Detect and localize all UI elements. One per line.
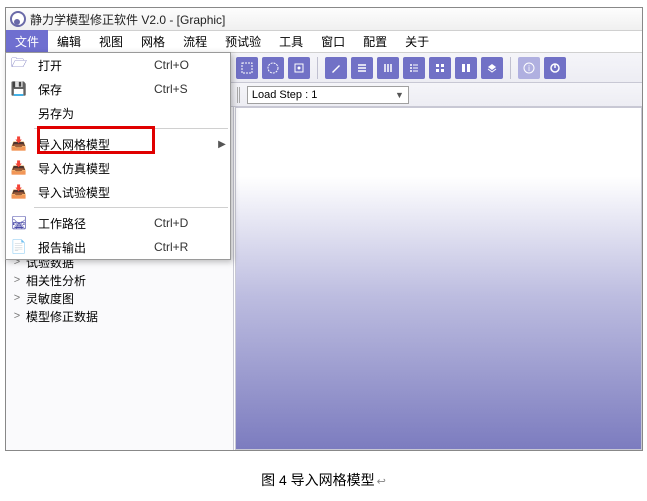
power-icon[interactable] [544, 57, 566, 79]
menu-item-import-test[interactable]: 📥 导入试验模型 [6, 180, 230, 204]
viewport-3d[interactable] [235, 107, 642, 450]
return-mark-icon: ↩ [377, 476, 386, 488]
menu-flow[interactable]: 流程 [174, 30, 216, 53]
import-icon: 📥 [6, 160, 32, 176]
expand-icon[interactable]: > [12, 310, 22, 322]
select-rect-icon[interactable] [236, 57, 258, 79]
bars-h-icon[interactable] [351, 57, 373, 79]
chevron-down-icon: ▼ [395, 90, 404, 100]
folder-open-icon: 🗁 [6, 54, 32, 76]
fullscreen-icon[interactable] [288, 57, 310, 79]
menu-item-workpath[interactable]: 🛤 工作路径 Ctrl+D [6, 211, 230, 235]
menu-config[interactable]: 配置 [354, 30, 396, 53]
svg-text:i: i [528, 64, 530, 73]
menu-item-saveas[interactable]: 另存为 [6, 101, 230, 125]
menubar: 文件 编辑 视图 网格 流程 预试验 工具 窗口 配置 关于 [6, 31, 642, 53]
layers-icon[interactable] [481, 57, 503, 79]
menu-edit[interactable]: 编辑 [48, 30, 90, 53]
path-icon: 🛤 [6, 215, 32, 231]
menu-file[interactable]: 文件 [6, 30, 48, 53]
tree-item[interactable]: > 模型修正数据 [6, 307, 233, 325]
grid2-icon[interactable] [455, 57, 477, 79]
bars-v-icon[interactable] [377, 57, 399, 79]
menu-separator [34, 128, 228, 129]
tree-item[interactable]: > 相关性分析 [6, 271, 233, 289]
menu-item-report[interactable]: 📄 报告输出 Ctrl+R [6, 235, 230, 259]
app-icon [10, 11, 26, 27]
import-icon: 📥 [6, 184, 32, 200]
menu-item-import-mesh[interactable]: 📥 导入网格模型 ▶ [6, 132, 230, 156]
tree-label: 模型修正数据 [26, 308, 98, 325]
menu-separator [34, 207, 228, 208]
menu-pretest[interactable]: 预试验 [216, 30, 270, 53]
expand-icon[interactable]: > [12, 274, 22, 286]
menu-about[interactable]: 关于 [396, 30, 438, 53]
info-icon[interactable]: i [518, 57, 540, 79]
report-icon: 📄 [6, 239, 32, 255]
subbar-grip [237, 87, 241, 103]
tree-item[interactable]: > 灵敏度图 [6, 289, 233, 307]
menu-window[interactable]: 窗口 [312, 30, 354, 53]
toolbar-separator [317, 57, 318, 79]
submenu-arrow-icon: ▶ [214, 139, 230, 150]
grid4-icon[interactable] [429, 57, 451, 79]
loadstep-combo[interactable]: Load Step : 1 ▼ [247, 86, 409, 104]
loadstep-value: Load Step : 1 [252, 89, 317, 101]
menu-item-save[interactable]: 💾 保存 Ctrl+S [6, 77, 230, 101]
file-menu-dropdown: 🗁 打开 Ctrl+O 💾 保存 Ctrl+S 另存为 📥 导入网格模型 ▶ 📥… [5, 52, 231, 260]
tree-label: 灵敏度图 [26, 290, 74, 307]
toolbar-separator [510, 57, 511, 79]
tree-label: 相关性分析 [26, 272, 86, 289]
window-title: 静力学模型修正软件 V2.0 - [Graphic] [30, 11, 225, 28]
list-icon[interactable] [403, 57, 425, 79]
menu-item-import-sim[interactable]: 📥 导入仿真模型 [6, 156, 230, 180]
menu-mesh[interactable]: 网格 [132, 30, 174, 53]
menu-tools[interactable]: 工具 [270, 30, 312, 53]
save-icon: 💾 [6, 81, 32, 97]
import-icon: 📥 [6, 136, 32, 152]
menu-view[interactable]: 视图 [90, 30, 132, 53]
figure-caption: 图 4 导入网格模型↩ [0, 470, 647, 490]
pencil-icon[interactable] [325, 57, 347, 79]
menu-item-open[interactable]: 🗁 打开 Ctrl+O [6, 53, 230, 77]
expand-icon[interactable]: > [12, 292, 22, 304]
select-circle-icon[interactable] [262, 57, 284, 79]
titlebar: 静力学模型修正软件 V2.0 - [Graphic] [6, 8, 642, 31]
